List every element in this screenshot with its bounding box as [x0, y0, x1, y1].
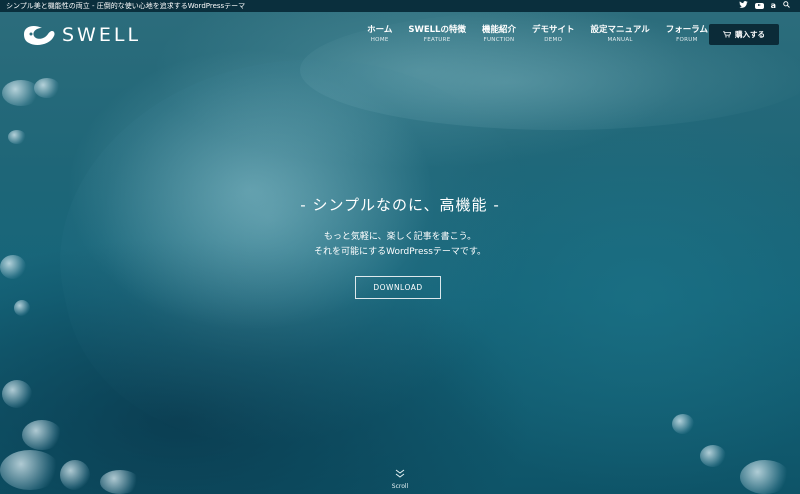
- nav-sublabel: FORUM: [676, 37, 698, 43]
- nav-label: フォーラム: [665, 25, 708, 35]
- nav-sublabel: HOME: [370, 37, 389, 43]
- download-button[interactable]: DOWNLOAD: [355, 276, 441, 299]
- buy-button[interactable]: 購入する: [709, 24, 779, 45]
- hero-description: もっと気軽に、楽しく記事を書こう。 それを可能にするWordPressテーマです…: [0, 230, 800, 260]
- scroll-label: Scroll: [391, 483, 409, 490]
- search-icon[interactable]: [783, 0, 790, 12]
- social-links: a: [738, 0, 800, 12]
- nav-item-demo[interactable]: デモサイト DEMO: [532, 25, 575, 45]
- hero-description-line2: それを可能にするWordPressテーマです。: [313, 247, 486, 257]
- nav-sublabel: FUNCTION: [483, 37, 515, 43]
- hero-catchphrase: - シンプルなのに、高機能 -: [300, 196, 500, 214]
- amazon-icon[interactable]: a: [771, 0, 776, 12]
- chevron-down-icon: [395, 469, 405, 478]
- download-button-label: DOWNLOAD: [373, 283, 423, 292]
- top-bar: シンプル美と機能性の両立 - 圧倒的な使い心地を追求するWordPressテーマ…: [0, 0, 800, 12]
- nav-item-feature[interactable]: SWELLの特徴 FEATURE: [408, 25, 466, 45]
- nav-label: 機能紹介: [481, 25, 516, 35]
- nav-label: デモサイト: [531, 25, 575, 35]
- nav-sublabel: DEMO: [544, 37, 563, 43]
- site-header: SWELL ホーム HOME SWELLの特徴 FEATURE 機能紹介 FUN…: [0, 12, 800, 62]
- nav-sublabel: MANUAL: [607, 37, 633, 43]
- nav-label: ホーム: [367, 25, 393, 35]
- site-logo[interactable]: SWELL: [22, 22, 141, 48]
- nav-label: 設定マニュアル: [590, 25, 650, 35]
- buy-button-label: 購入する: [735, 30, 765, 39]
- global-nav: ホーム HOME SWELLの特徴 FEATURE 機能紹介 FUNCTION …: [367, 25, 708, 45]
- scroll-indicator[interactable]: Scroll: [380, 464, 420, 490]
- nav-item-home[interactable]: ホーム HOME: [367, 25, 392, 45]
- logo-text: SWELL: [62, 24, 142, 46]
- twitter-icon[interactable]: [738, 0, 748, 12]
- nav-label: SWELLの特徴: [408, 25, 466, 35]
- site-tagline: シンプル美と機能性の両立 - 圧倒的な使い心地を追求するWordPressテーマ: [6, 2, 246, 10]
- cart-icon: [723, 31, 731, 38]
- nav-item-forum[interactable]: フォーラム FORUM: [666, 25, 708, 45]
- hero-description-line1: もっと気軽に、楽しく記事を書こう。: [323, 232, 477, 242]
- nav-item-manual[interactable]: 設定マニュアル MANUAL: [591, 25, 650, 45]
- youtube-icon[interactable]: [754, 3, 764, 9]
- nav-item-function[interactable]: 機能紹介 FUNCTION: [482, 25, 516, 45]
- nav-sublabel: FEATURE: [423, 37, 451, 43]
- wave-logo-icon: [24, 26, 55, 45]
